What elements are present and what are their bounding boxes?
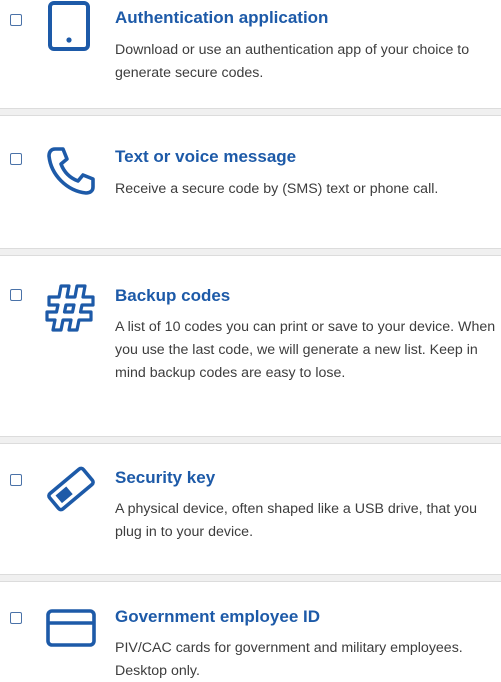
auth-app-description: Download or use an authentication app of…: [115, 42, 470, 81]
security-key-title[interactable]: Security key: [115, 468, 215, 488]
auth-app-title[interactable]: Authentication application: [115, 8, 328, 28]
divider: [0, 574, 501, 582]
government-id-checkbox[interactable]: [10, 612, 22, 624]
security-key-description: A physical device, often shaped like a U…: [115, 501, 477, 540]
option-text-voice[interactable]: Text or voice message Receive a secure c…: [0, 116, 501, 246]
backup-codes-checkbox[interactable]: [10, 289, 22, 301]
text-voice-checkbox[interactable]: [10, 153, 22, 165]
security-key-icon: [44, 462, 98, 516]
government-id-description: PIV/CAC cards for government and militar…: [115, 640, 463, 679]
text-voice-description: Receive a secure code by (SMS) text or p…: [115, 181, 439, 197]
phone-icon: [44, 144, 98, 198]
backup-codes-description: A list of 10 codes you can print or save…: [115, 319, 496, 381]
option-authentication-app[interactable]: Authentication application Download or u…: [0, 0, 501, 104]
mfa-options-list: Authentication application Download or u…: [0, 0, 501, 682]
divider: [0, 248, 501, 256]
option-government-id[interactable]: Government employee ID PIV/CAC cards for…: [0, 582, 501, 682]
government-id-title[interactable]: Government employee ID: [115, 607, 320, 627]
tablet-icon: [42, 0, 96, 54]
auth-app-checkbox[interactable]: [10, 14, 22, 26]
option-security-key[interactable]: Security key A physical device, often sh…: [0, 444, 501, 572]
security-key-checkbox[interactable]: [10, 474, 22, 486]
divider: [0, 436, 501, 444]
id-card-icon: [44, 602, 98, 656]
backup-codes-title[interactable]: Backup codes: [115, 286, 230, 306]
divider: [0, 108, 501, 116]
option-backup-codes[interactable]: Backup codes A list of 10 codes you can …: [0, 256, 501, 434]
text-voice-title[interactable]: Text or voice message: [115, 147, 296, 167]
hash-icon: [44, 280, 98, 334]
